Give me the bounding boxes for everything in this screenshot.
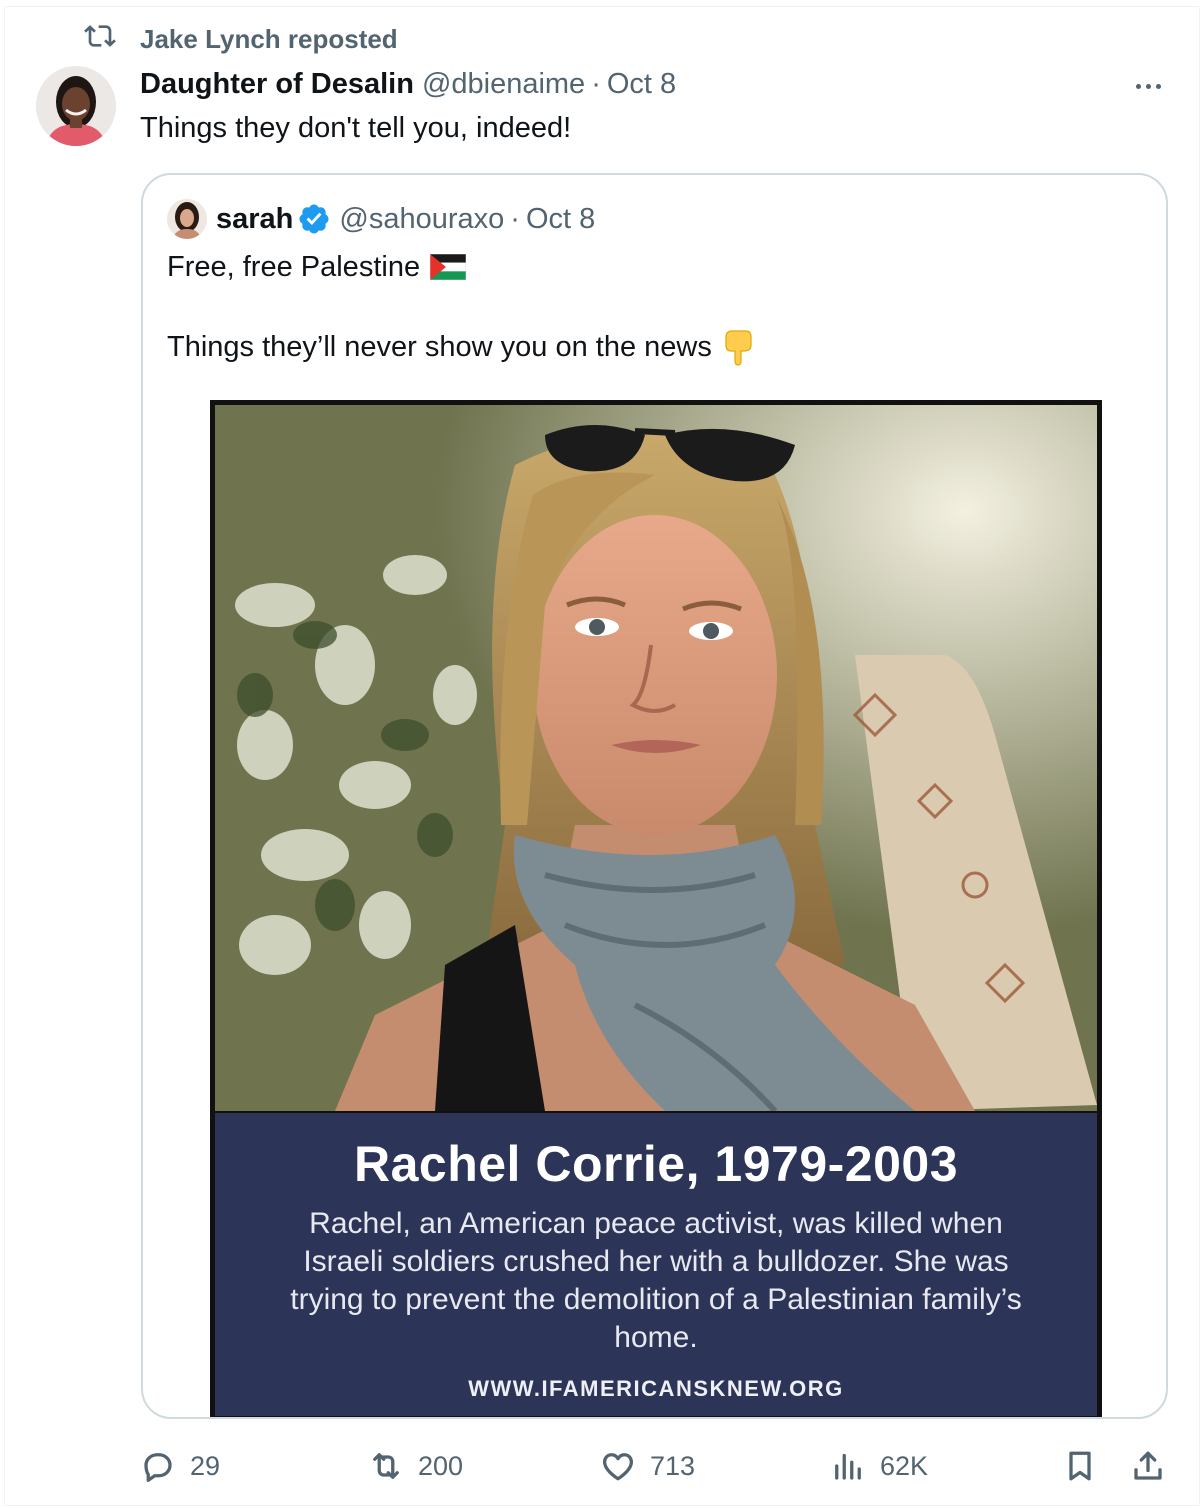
bookmark-icon <box>1069 1451 1091 1481</box>
repost-label: Jake Lynch reposted <box>140 23 398 54</box>
quote-header: sarah @sahouraxo · Oct 8 <box>167 197 595 241</box>
action-bar: 29 200 713 62K <box>0 1442 1202 1490</box>
author-handle[interactable]: @dbienaime <box>422 68 585 101</box>
meta-separator: · <box>591 67 601 100</box>
caption-body: Rachel, an American peace activist, was … <box>290 1207 1022 1354</box>
repost-button[interactable]: 200 <box>368 1442 463 1490</box>
caption-panel: Rachel Corrie, 1979-2003 Rachel, an Amer… <box>215 1113 1097 1416</box>
quote-separator: · <box>510 202 520 235</box>
quote-handle[interactable]: @sahouraxo <box>339 203 504 236</box>
caption-url: WWW.IFAMERICANSKNEW.ORG <box>468 1376 844 1401</box>
caption-title: Rachel Corrie, 1979-2003 <box>353 1136 959 1192</box>
more-dots-icon <box>1135 83 1141 89</box>
post-header: Daughter of Desalin @dbienaime · Oct 8 <box>140 64 676 104</box>
quote-text: Free, free Palestine <box>167 251 421 283</box>
share-icon <box>1134 1451 1162 1480</box>
views-chart-icon <box>835 1453 861 1480</box>
media-image[interactable]: Rachel Corrie, 1979-2003 Rachel, an Amer… <box>210 400 1102 1417</box>
post-text: Things they don't tell you, indeed! <box>140 112 572 144</box>
share-button[interactable] <box>1130 1442 1166 1490</box>
reply-button[interactable]: 29 <box>140 1442 220 1490</box>
quote-date[interactable]: Oct 8 <box>526 203 595 236</box>
repost-icon <box>84 20 116 59</box>
pointing-down-icon <box>725 330 752 366</box>
quote-text-2: Things they’ll never show you on the new… <box>167 331 712 363</box>
quote-text-line1: Free, free Palestine <box>167 247 467 287</box>
repost-indicator[interactable]: Jake Lynch reposted <box>84 24 398 54</box>
like-count: 713 <box>650 1450 696 1481</box>
repost-icon <box>373 1453 399 1479</box>
quote-author-name[interactable]: sarah <box>216 203 293 236</box>
verified-badge-icon <box>299 204 329 234</box>
palestine-flag-icon <box>430 254 467 280</box>
reply-icon <box>144 1453 172 1482</box>
heart-icon <box>603 1453 633 1481</box>
post-date[interactable]: Oct 8 <box>607 68 676 101</box>
avatar[interactable] <box>36 66 116 146</box>
reply-count: 29 <box>190 1450 221 1481</box>
repost-count: 200 <box>418 1450 464 1481</box>
quoted-post[interactable]: sarah @sahouraxo · Oct 8 Free, free Pale… <box>141 173 1168 1419</box>
views-count: 62K <box>880 1450 929 1481</box>
bookmark-button[interactable] <box>1062 1442 1098 1490</box>
author-name[interactable]: Daughter of Desalin <box>140 68 414 101</box>
quote-text-line2: Things they’ll never show you on the new… <box>167 327 754 367</box>
views-button[interactable]: 62K <box>830 1442 928 1490</box>
quote-avatar[interactable] <box>167 199 207 239</box>
like-button[interactable]: 713 <box>600 1442 695 1490</box>
more-button[interactable] <box>1128 72 1168 100</box>
portrait-photo <box>215 405 1097 1111</box>
